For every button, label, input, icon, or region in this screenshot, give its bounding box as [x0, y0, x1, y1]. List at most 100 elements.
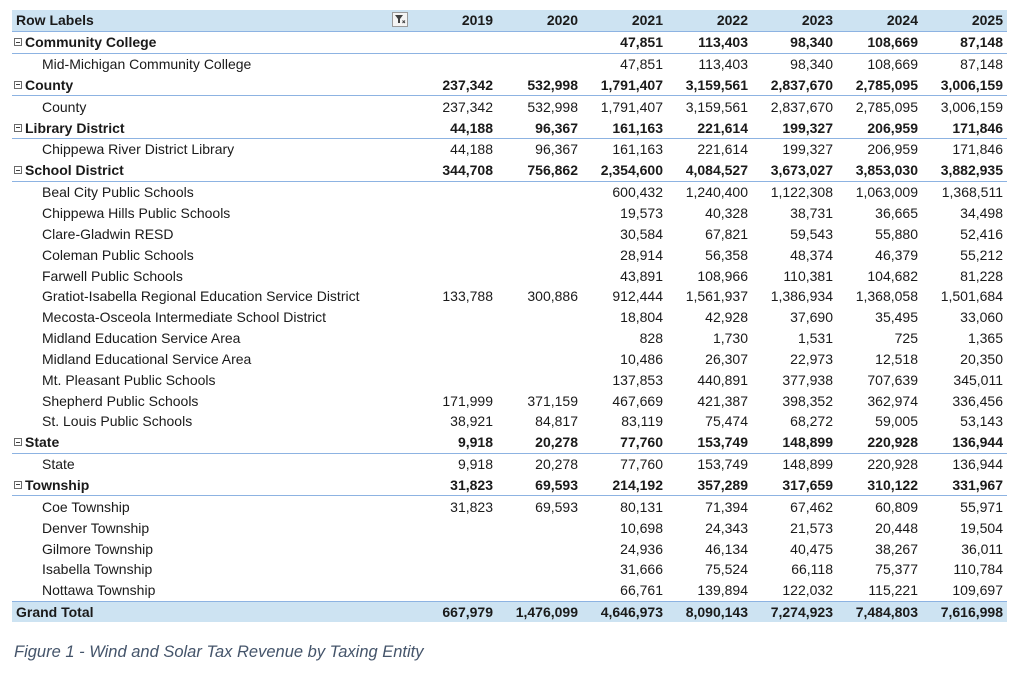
group-row[interactable]: Township 31,823 69,593 214,192 357,289 317,65…: [12, 474, 1007, 497]
item-value-cell: 336,456: [952, 392, 1003, 409]
item-value-cell: 77,760: [620, 456, 663, 473]
item-value-cell: 44,188: [450, 141, 493, 158]
item-value-cell: 137,853: [612, 371, 663, 388]
item-value-cell: 345,011: [953, 371, 1003, 388]
grand-total-cell: 1,476,099: [497, 600, 582, 623]
item-value-cell: 46,379: [875, 246, 918, 263]
group-row[interactable]: Library District 44,188 96,367 161,163 221,6…: [12, 117, 1007, 140]
year-header: 2025: [922, 10, 1007, 32]
item-value-cell: 725: [894, 330, 918, 347]
group-label: County: [25, 76, 74, 93]
group-label-cell[interactable]: State: [12, 431, 412, 454]
item-value-cell: 377,938: [782, 371, 833, 388]
grand-total-cell: 7,616,998: [922, 600, 1007, 623]
item-value-cell: 362,974: [867, 392, 918, 409]
group-total-cell: 3,882,935: [922, 159, 1007, 182]
group-total-cell: 220,928: [837, 431, 922, 454]
collapse-minus-icon[interactable]: [14, 480, 22, 489]
item-row: County 237,342 532,998 1,791,407 3,159,561 2,…: [12, 96, 1007, 117]
item-row: Mecosta-Osceola Intermediate School Dist…: [12, 307, 1007, 328]
item-label: Farwell Public Schools: [42, 267, 183, 284]
group-row[interactable]: County 237,342 532,998 1,791,407 3,159,561 2,…: [12, 74, 1007, 97]
group-label-cell[interactable]: Community College: [12, 31, 412, 54]
item-row: Coleman Public Schools 28,914 56,358 48,374…: [12, 244, 1007, 265]
item-row: Midland Educational Service Area 10,486 26…: [12, 349, 1007, 370]
item-label: Denver Township: [42, 519, 150, 536]
item-value-cell: 33,060: [960, 309, 1003, 326]
item-value-cell: 440,891: [697, 371, 748, 388]
group-total-cell: [412, 31, 497, 54]
item-value-cell: [497, 265, 582, 286]
item-value-cell: 55,880: [875, 225, 918, 242]
item-value-cell: 30,584: [620, 225, 663, 242]
year-header: 2023: [752, 10, 837, 32]
item-value-cell: 35,495: [875, 309, 918, 326]
item-value-cell: 1,561,937: [685, 288, 748, 305]
item-value-cell: [497, 349, 582, 370]
group-total-cell: 77,760: [582, 431, 667, 454]
group-total-cell: 4,084,527: [667, 159, 752, 182]
item-value-cell: [412, 369, 497, 390]
item-value-cell: 133,788: [442, 288, 493, 305]
collapse-minus-icon[interactable]: [14, 166, 22, 175]
group-total-cell: 357,289: [667, 474, 752, 497]
group-label-cell[interactable]: School District: [12, 159, 412, 182]
item-value-cell: 31,823: [450, 498, 493, 515]
group-total-cell: 171,846: [922, 117, 1007, 140]
item-value-cell: 467,669: [612, 392, 663, 409]
item-value-cell: 2,785,095: [855, 98, 918, 115]
item-value-cell: 19,573: [620, 205, 663, 222]
group-row[interactable]: Community College 47,851 113,403 98,340 108,…: [12, 31, 1007, 54]
item-label: Mecosta-Osceola Intermediate School Dist…: [42, 309, 326, 326]
item-value-cell: 1,730: [712, 330, 748, 347]
item-value-cell: 113,403: [698, 56, 748, 73]
collapse-minus-icon[interactable]: [14, 438, 22, 447]
group-row[interactable]: School District 344,708 756,862 2,354,600 4,…: [12, 159, 1007, 182]
item-label: Shepherd Public Schools: [42, 392, 199, 409]
item-value-cell: 40,328: [705, 205, 748, 222]
item-value-cell: [412, 517, 497, 538]
item-value-cell: 75,474: [705, 413, 748, 430]
item-value-cell: 104,682: [867, 267, 918, 284]
item-value-cell: 221,614: [697, 141, 748, 158]
group-label-cell[interactable]: Library District: [12, 117, 412, 140]
item-label: Midland Educational Service Area: [42, 350, 252, 367]
item-value-cell: 1,368,511: [941, 184, 1003, 201]
group-total-cell: 148,899: [752, 431, 837, 454]
group-total-cell: 331,967: [922, 474, 1007, 497]
group-total-cell: 161,163: [582, 117, 667, 140]
item-value-cell: 148,899: [782, 456, 833, 473]
filter-icon[interactable]: [392, 12, 408, 27]
collapse-minus-icon[interactable]: [14, 80, 22, 89]
group-label-cell[interactable]: County: [12, 74, 412, 97]
item-value-cell: 69,593: [535, 498, 578, 515]
group-total-cell: 96,367: [497, 117, 582, 140]
group-total-cell: 69,593: [497, 474, 582, 497]
item-value-cell: 912,444: [612, 288, 663, 305]
item-value-cell: [497, 53, 582, 74]
item-value-cell: 110,381: [783, 267, 833, 284]
item-value-cell: 20,448: [875, 519, 918, 536]
pivot-body: Community College 47,851 113,403 98,340 108,…: [12, 31, 1007, 623]
group-total-cell: 20,278: [497, 431, 582, 454]
item-value-cell: 56,358: [705, 246, 748, 263]
item-value-cell: [497, 538, 582, 559]
group-total-cell: 153,749: [667, 431, 752, 454]
item-value-cell: 171,846: [952, 141, 1003, 158]
item-label: Nottawa Township: [42, 582, 156, 599]
year-header: 2021: [582, 10, 667, 32]
item-value-cell: 53,143: [960, 413, 1003, 430]
item-value-cell: [497, 328, 582, 349]
group-label-cell[interactable]: Township: [12, 474, 412, 497]
item-row: St. Louis Public Schools 38,921 84,817 83,1…: [12, 411, 1007, 432]
grand-total-cell: 8,090,143: [667, 600, 752, 623]
item-value-cell: 20,278: [535, 456, 578, 473]
group-total-cell: 108,669: [837, 31, 922, 54]
item-value-cell: 55,971: [960, 498, 1003, 515]
item-label: Coleman Public Schools: [42, 246, 194, 263]
item-value-cell: 83,119: [621, 413, 663, 430]
collapse-minus-icon[interactable]: [14, 38, 22, 47]
pivot-table: Row Labels 2019 2020 2021 2022 2023 2024…: [12, 10, 1007, 623]
collapse-minus-icon[interactable]: [14, 123, 22, 132]
group-row[interactable]: State 9,918 20,278 77,760 153,749 148,899 220,…: [12, 431, 1007, 454]
